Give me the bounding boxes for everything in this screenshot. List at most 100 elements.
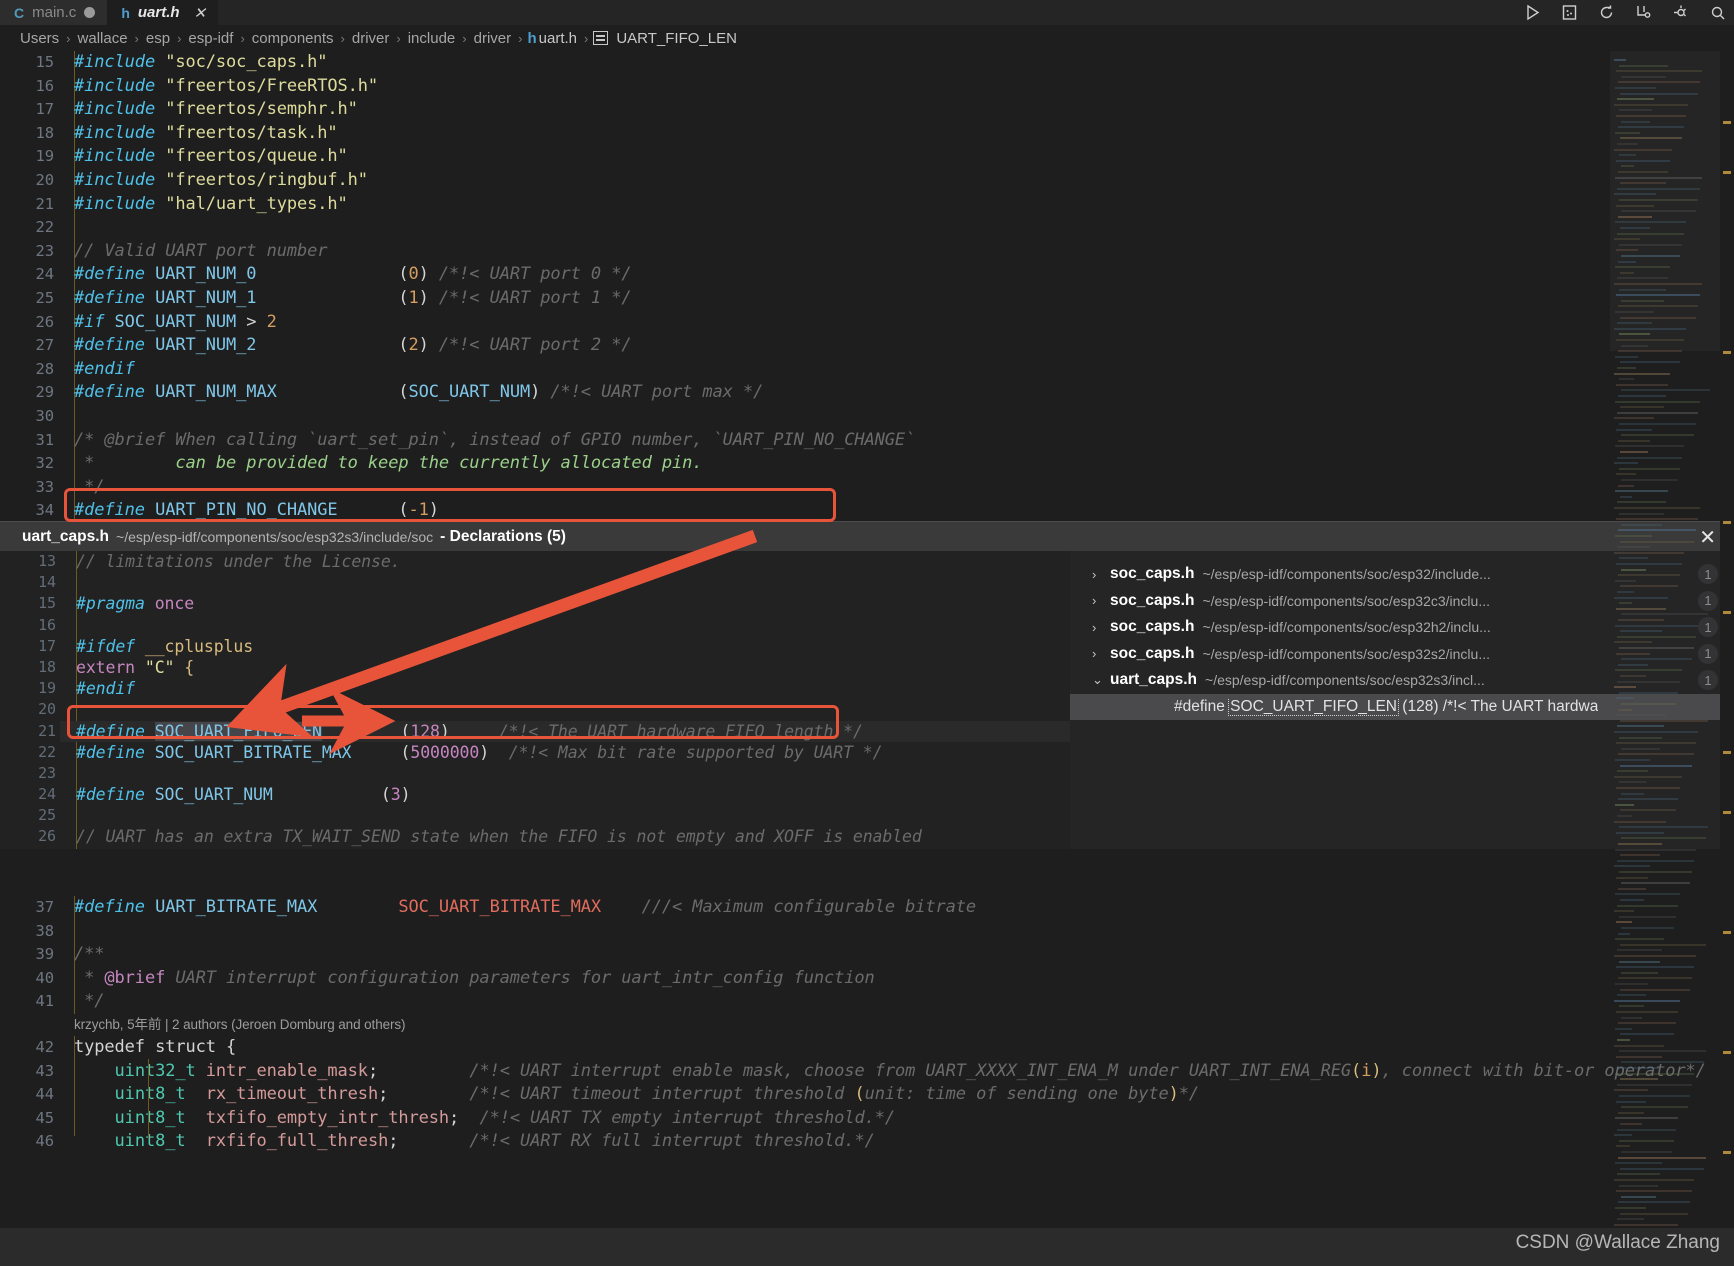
code-line[interactable]: 40 * @brief UART interrupt configuration… (0, 967, 1734, 991)
code-line[interactable]: 14 (0, 572, 1070, 593)
code-line[interactable]: 20 #include "freertos/ringbuf.h" (0, 169, 1734, 193)
code-line[interactable]: 43 uint32_t intr_enable_mask; /*!< UART … (0, 1060, 1734, 1084)
search-icon[interactable] (1709, 4, 1726, 21)
settings-icon[interactable] (1672, 4, 1689, 21)
code-top-region[interactable]: 15 #include "soc/soc_caps.h" 16 #include "f… (0, 51, 1734, 571)
code-line[interactable]: 30 (0, 405, 1734, 429)
minimap[interactable] (1610, 51, 1720, 1266)
code-line[interactable]: 22 (0, 216, 1734, 240)
code-line[interactable]: 15 #pragma once (0, 593, 1070, 614)
code-line[interactable]: 45 uint8_t txfifo_empty_intr_thresh; /*!… (0, 1107, 1734, 1131)
code-token: ) (439, 721, 450, 741)
breadcrumb-item[interactable]: driver (472, 30, 514, 47)
code-line[interactable]: 17 #include "freertos/semphr.h" (0, 98, 1734, 122)
tab-main-c[interactable]: C main.c (0, 0, 108, 25)
code-token: /*!< The UART hardware FIFO length */ (498, 721, 863, 741)
code-line[interactable]: 20 (0, 699, 1070, 720)
code-token: ; (378, 1084, 389, 1105)
minimap-line (1615, 535, 1652, 537)
tab-uart-h[interactable]: h uart.h ✕ (107, 0, 219, 28)
breadcrumb-item[interactable]: Users (18, 30, 61, 47)
minimap-line (1614, 1179, 1694, 1181)
code-line[interactable]: 38 (0, 920, 1734, 944)
code-line[interactable]: 21 #define SOC_UART_FIFO_LEN (128) /*!< T… (0, 720, 1070, 742)
unsaved-dot-icon (84, 7, 96, 18)
run-icon[interactable] (1524, 4, 1541, 21)
minimap-line (1620, 92, 1698, 95)
breadcrumb-item[interactable]: esp-idf (186, 30, 235, 47)
code-line[interactable]: 16 (0, 615, 1070, 636)
code-line[interactable]: 17 #ifdef __cplusplus (0, 636, 1070, 657)
minimap-line (1620, 1033, 1674, 1036)
code-line[interactable]: 25 (0, 805, 1070, 826)
minimap-line (1616, 383, 1668, 386)
code-line[interactable]: 34 #define UART_PIN_NO_CHANGE (-1) (0, 499, 1734, 523)
code-line[interactable]: 27 #define SOC_UART_SUPPORT_FSM_TX_WAIT_S… (0, 848, 1070, 850)
code-line[interactable]: 26 #if SOC_UART_NUM > 2 (0, 311, 1734, 335)
breadcrumb-item[interactable]: components (250, 30, 336, 47)
minimap-line (1617, 680, 1680, 683)
code-line[interactable]: 15 #include "soc/soc_caps.h" (0, 51, 1734, 75)
code-line[interactable]: 26 // UART has an extra TX_WAIT_SEND stat… (0, 826, 1070, 847)
breadcrumb-separator: › (462, 30, 467, 46)
chevron-right-icon[interactable]: › (1092, 567, 1110, 582)
minimap-line (1615, 445, 1684, 448)
code-line[interactable]: 24 #define SOC_UART_NUM (3) (0, 784, 1070, 805)
code-line[interactable]: 19 #include "freertos/queue.h" (0, 145, 1734, 169)
breadcrumb: Users › wallace › esp › esp-idf › components › dri… (0, 25, 1734, 51)
code-line[interactable]: 31 /* @brief When calling `uart_set_pin`,… (0, 429, 1734, 453)
chevron-right-icon[interactable]: › (1092, 620, 1110, 635)
code-line[interactable]: 18 #include "freertos/task.h" (0, 122, 1734, 146)
code-text: #define SOC_UART_FIFO_LEN (128) /*!< The… (76, 721, 863, 742)
line-number: 37 (35, 898, 55, 916)
code-line[interactable]: 25 #define UART_NUM_1 (1) /*!< UART port … (0, 287, 1734, 311)
code-text: #include "soc/soc_caps.h" (74, 51, 328, 75)
code-line[interactable]: 46 uint8_t rxfifo_full_thresh; /*!< UART… (0, 1130, 1734, 1154)
minimap-line (1618, 574, 1680, 577)
close-icon[interactable]: ✕ (194, 4, 207, 22)
history-icon[interactable] (1598, 4, 1615, 21)
code-line[interactable]: 22 #define SOC_UART_BITRATE_MAX (5000000)… (0, 742, 1070, 763)
code-line[interactable]: 28 #endif (0, 358, 1734, 382)
code-line[interactable]: 23 (0, 763, 1070, 784)
code-line[interactable]: 32 * can be provided to keep the current… (0, 452, 1734, 476)
code-line[interactable]: 27 #define UART_NUM_2 (2) /*!< UART port … (0, 334, 1734, 358)
code-token: // UART has an extra TX_WAIT_SEND state … (76, 827, 922, 847)
code-line[interactable]: 39 /** (0, 943, 1734, 967)
editor-scrollbar[interactable] (1720, 51, 1734, 1266)
code-line[interactable]: 16 #include "freertos/FreeRTOS.h" (0, 75, 1734, 99)
breadcrumb-item[interactable]: driver (350, 30, 392, 47)
code-line[interactable]: 33 */ (0, 476, 1734, 500)
code-line[interactable]: 37 #define UART_BITRATE_MAX SOC_UART_BITR… (0, 896, 1734, 920)
code-line[interactable]: 21 #include "hal/uart_types.h" (0, 193, 1734, 217)
code-line[interactable]: 23 // Valid UART port number (0, 240, 1734, 264)
code-line[interactable]: 41 */ (0, 990, 1734, 1014)
breadcrumb-item[interactable]: wallace (76, 30, 130, 47)
code-line[interactable]: 18 extern "C" { (0, 657, 1070, 678)
breadcrumb-item[interactable]: include (406, 30, 458, 47)
breadcrumb-file[interactable]: uart.h (537, 30, 579, 47)
code-line[interactable]: 13 // limitations under the License. (0, 551, 1070, 572)
minimap-line (1621, 255, 1680, 257)
breadcrumb-item[interactable]: esp (144, 30, 172, 47)
chevron-right-icon[interactable]: › (1092, 646, 1110, 661)
chevron-right-icon[interactable]: › (1092, 593, 1110, 608)
chevron-down-icon[interactable]: ⌄ (1092, 672, 1110, 688)
code-line[interactable]: 44 uint8_t rx_timeout_thresh; /*!< UART … (0, 1083, 1734, 1107)
code-line[interactable]: 42 typedef struct { (0, 1036, 1734, 1060)
code-token: UART_BITRATE_MAX (155, 897, 318, 917)
breadcrumb-symbol[interactable]: UART_FIFO_LEN (614, 30, 739, 47)
timeline-icon[interactable] (1635, 4, 1652, 21)
code-line[interactable]: 19 #endif (0, 678, 1070, 699)
peek-code-preview[interactable]: 13 // limitations under the License. 14 15 #… (0, 551, 1070, 849)
code-line[interactable]: 24 #define UART_NUM_0 (0) /*!< UART port … (0, 263, 1734, 287)
line-number: 26 (38, 827, 56, 846)
peek-declarations-view[interactable]: uart_caps.h ~/esp/esp-idf/components/soc… (0, 521, 1734, 849)
minimap-line (1614, 641, 1652, 644)
code-bottom-region[interactable]: 37 #define UART_BITRATE_MAX SOC_UART_BITR… (0, 896, 1734, 1154)
minimap-line (1619, 109, 1652, 112)
code-line[interactable]: 29 #define UART_NUM_MAX (SOC_UART_NUM) /*… (0, 381, 1734, 405)
split-debug-icon[interactable] (1561, 4, 1578, 21)
